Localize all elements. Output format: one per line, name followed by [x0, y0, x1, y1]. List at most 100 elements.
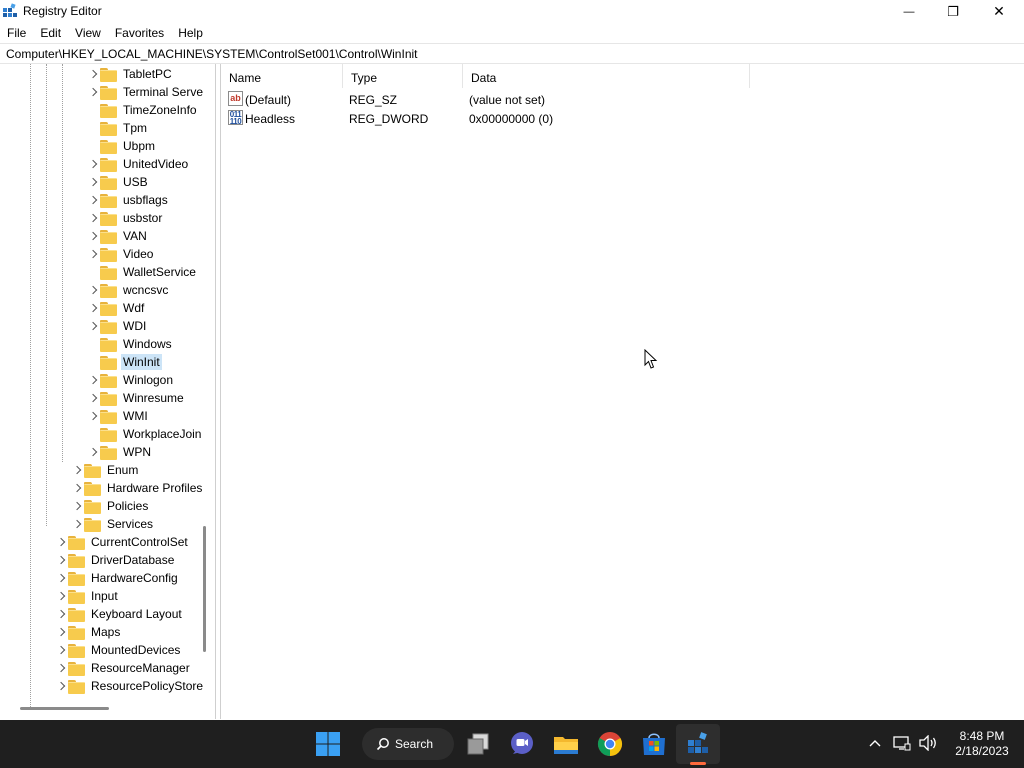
- chevron-right-icon[interactable]: [89, 177, 99, 187]
- chevron-right-icon[interactable]: [57, 663, 67, 673]
- tree-node-wmi[interactable]: WMI: [0, 407, 150, 425]
- chevron-right-icon[interactable]: [89, 159, 99, 169]
- column-header-name[interactable]: Name: [221, 64, 343, 88]
- chevron-right-icon[interactable]: [57, 555, 67, 565]
- close-button[interactable]: ✕: [976, 0, 1022, 23]
- chevron-right-icon[interactable]: [73, 519, 83, 529]
- tree-node-input[interactable]: Input: [0, 587, 120, 605]
- menu-favorites[interactable]: Favorites: [108, 23, 171, 43]
- menu-edit[interactable]: Edit: [33, 23, 68, 43]
- chevron-right-icon[interactable]: [57, 627, 67, 637]
- chevron-right-icon[interactable]: [73, 465, 83, 475]
- column-header-type[interactable]: Type: [343, 64, 463, 88]
- tree-node-timezoneinfo[interactable]: TimeZoneInfo: [0, 101, 199, 119]
- tree-node-policies[interactable]: Policies: [0, 497, 150, 515]
- address-bar[interactable]: Computer\HKEY_LOCAL_MACHINE\SYSTEM\Contr…: [0, 43, 1024, 64]
- tree-node-usb[interactable]: USB: [0, 173, 150, 191]
- microsoft-store-icon[interactable]: [640, 730, 668, 758]
- chevron-right-icon[interactable]: [57, 645, 67, 655]
- chevron-right-icon[interactable]: [89, 249, 99, 259]
- tree-node-wpn[interactable]: WPN: [0, 443, 153, 461]
- file-explorer-icon[interactable]: [552, 730, 580, 758]
- tree-node-resourcemanager[interactable]: ResourceManager: [0, 659, 192, 677]
- menu-view[interactable]: View: [68, 23, 108, 43]
- chevron-right-icon[interactable]: [73, 501, 83, 511]
- chevron-right-icon[interactable]: [89, 285, 99, 295]
- tree-node-winlogon[interactable]: Winlogon: [0, 371, 175, 389]
- chevron-right-icon[interactable]: [57, 573, 67, 583]
- folder-icon: [68, 643, 85, 658]
- menu-file[interactable]: File: [0, 23, 33, 43]
- tree-node-resourcepolicystore[interactable]: ResourcePolicyStore: [0, 677, 205, 695]
- values-list[interactable]: Name Type Data ab (Default) REG_SZ (valu…: [220, 64, 1024, 719]
- task-view-icon[interactable]: [464, 730, 492, 758]
- chevron-right-icon[interactable]: [57, 681, 67, 691]
- menu-help[interactable]: Help: [171, 23, 210, 43]
- tree-node-maps[interactable]: Maps: [0, 623, 122, 641]
- tree-node-label: HardwareConfig: [91, 571, 178, 585]
- chevron-right-icon[interactable]: [89, 447, 99, 457]
- value-row[interactable]: ab (Default) REG_SZ (value not set): [221, 90, 1024, 109]
- chevron-right-icon[interactable]: [89, 69, 99, 79]
- tree-node-label: CurrentControlSet: [91, 535, 188, 549]
- value-row[interactable]: 011 110 Headless REG_DWORD 0x00000000 (0): [221, 109, 1024, 128]
- tree-vertical-scrollbar[interactable]: [203, 526, 206, 652]
- folder-icon: [68, 607, 85, 622]
- tree-node-enum[interactable]: Enum: [0, 461, 140, 479]
- tree-horizontal-scrollbar[interactable]: [20, 707, 109, 710]
- tree-node-winresume[interactable]: Winresume: [0, 389, 186, 407]
- tree-node-tabletpc[interactable]: TabletPC: [0, 65, 174, 83]
- tree-node-video[interactable]: Video: [0, 245, 155, 263]
- chevron-right-icon[interactable]: [57, 609, 67, 619]
- chevron-right-icon[interactable]: [89, 213, 99, 223]
- tree-node-terminal-serve[interactable]: Terminal Serve: [0, 83, 205, 101]
- tree-node-driverdatabase[interactable]: DriverDatabase: [0, 551, 176, 569]
- tree-node-services[interactable]: Services: [0, 515, 155, 533]
- column-header-data[interactable]: Data: [463, 64, 750, 88]
- tree-node-mounteddevices[interactable]: MountedDevices: [0, 641, 182, 659]
- network-icon[interactable]: [893, 735, 911, 751]
- tree-node-label: Wdf: [123, 301, 145, 315]
- chevron-up-icon[interactable]: [868, 737, 882, 749]
- minimize-icon: —: [903, 5, 915, 18]
- tree-node-hardwareconfig[interactable]: HardwareConfig: [0, 569, 180, 587]
- restore-button[interactable]: ❐: [930, 0, 976, 23]
- tree-node-currentcontrolset[interactable]: CurrentControlSet: [0, 533, 190, 551]
- chevron-right-icon[interactable]: [89, 303, 99, 313]
- chevron-right-icon[interactable]: [89, 87, 99, 97]
- tree-node-wininit[interactable]: WinInit: [0, 353, 162, 371]
- clock[interactable]: 8:48 PM 2/18/2023: [948, 729, 1016, 759]
- chevron-right-icon[interactable]: [57, 537, 67, 547]
- tree-node-tpm[interactable]: Tpm: [0, 119, 149, 137]
- tree-node-usbflags[interactable]: usbflags: [0, 191, 170, 209]
- volume-icon[interactable]: [918, 735, 938, 751]
- taskbar-search-button[interactable]: Search: [362, 728, 454, 760]
- tree-node-wdi[interactable]: WDI: [0, 317, 148, 335]
- chevron-right-icon[interactable]: [89, 411, 99, 421]
- tree-node-usbstor[interactable]: usbstor: [0, 209, 164, 227]
- tree-node-walletservice[interactable]: WalletService: [0, 263, 198, 281]
- tree-node-van[interactable]: VAN: [0, 227, 149, 245]
- chevron-right-icon[interactable]: [89, 195, 99, 205]
- chevron-right-icon[interactable]: [73, 483, 83, 493]
- tree-node-wdf[interactable]: Wdf: [0, 299, 146, 317]
- registry-editor-icon[interactable]: [684, 730, 712, 758]
- tree-node-keyboard-layout[interactable]: Keyboard Layout: [0, 605, 184, 623]
- chrome-icon[interactable]: [596, 730, 624, 758]
- tree-node-unitedvideo[interactable]: UnitedVideo: [0, 155, 190, 173]
- chevron-right-icon[interactable]: [89, 231, 99, 241]
- minimize-button[interactable]: —: [886, 0, 932, 23]
- chevron-right-icon[interactable]: [89, 321, 99, 331]
- key-tree[interactable]: TabletPC Terminal Serve TimeZoneInfo Tpm Ubp…: [0, 64, 216, 719]
- tree-node-label: Hardware Profiles: [107, 481, 203, 495]
- chevron-right-icon[interactable]: [89, 375, 99, 385]
- teams-chat-icon[interactable]: [508, 730, 536, 758]
- chevron-right-icon[interactable]: [57, 591, 67, 601]
- tree-node-workplacejoin[interactable]: WorkplaceJoin: [0, 425, 203, 443]
- tree-node-hardware-profiles[interactable]: Hardware Profiles: [0, 479, 204, 497]
- tree-node-windows[interactable]: Windows: [0, 335, 174, 353]
- tree-node-wcncsvc[interactable]: wcncsvc: [0, 281, 170, 299]
- tree-node-ubpm[interactable]: Ubpm: [0, 137, 157, 155]
- chevron-right-icon[interactable]: [89, 393, 99, 403]
- windows-start-icon[interactable]: [314, 730, 342, 758]
